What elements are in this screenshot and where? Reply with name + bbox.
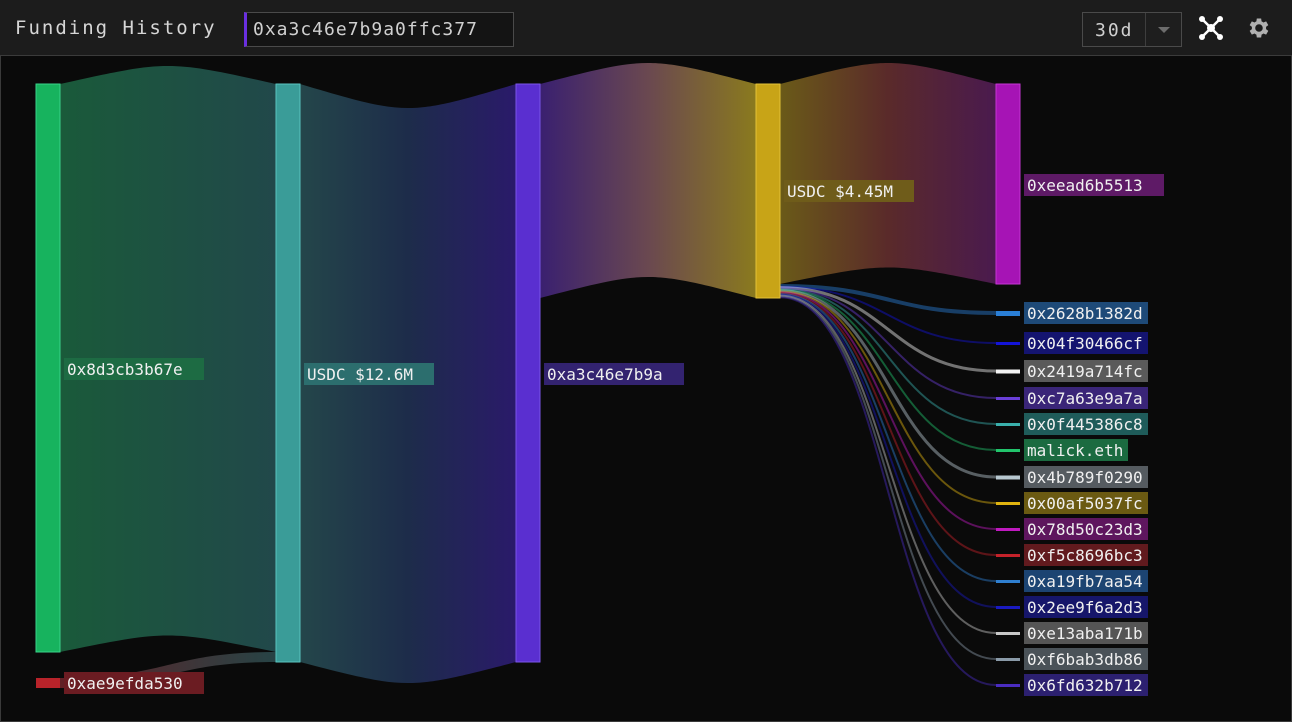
network-icon[interactable] bbox=[1198, 15, 1224, 41]
flow-usdc2-to-0xf5c8696bc3[interactable] bbox=[779, 292, 997, 556]
label-0xae9efda530: 0xae9efda530 bbox=[64, 672, 204, 694]
funding-sankey-chart: 0x8d3cb3b67e 0xae9efda530 USDC $12.6M 0x… bbox=[35, 63, 1164, 696]
node-label-text: 0xae9efda530 bbox=[67, 674, 183, 693]
node-0x0f445386c8[interactable] bbox=[996, 423, 1020, 426]
node-0x00af5037fc[interactable] bbox=[996, 502, 1020, 505]
node-usdc-4-45m[interactable] bbox=[755, 83, 781, 299]
node-label-0xa19fb7aa54: 0xa19fb7aa54 bbox=[1027, 572, 1143, 591]
node-usdc-12-6m[interactable] bbox=[275, 83, 301, 663]
node-0x6fd632b712[interactable] bbox=[996, 684, 1020, 687]
node-malick-eth[interactable] bbox=[996, 449, 1020, 452]
node-0x4b789f0290[interactable] bbox=[996, 475, 1020, 480]
node-0xae9efda530[interactable] bbox=[36, 678, 60, 688]
node-label-0x00af5037fc: 0x00af5037fc bbox=[1027, 494, 1143, 513]
node-label-0x2628b1382d: 0x2628b1382d bbox=[1027, 304, 1143, 323]
node-0x2ee9f6a2d3[interactable] bbox=[996, 606, 1020, 609]
node-0xa3c46e7b9a[interactable] bbox=[515, 83, 541, 663]
node-label-text: 0x8d3cb3b67e bbox=[67, 360, 183, 379]
label-usdc-12-6m: USDC $12.6M bbox=[304, 363, 434, 385]
node-label-0xc7a63e9a7a: 0xc7a63e9a7a bbox=[1027, 389, 1143, 408]
node-label-0xe13aba171b: 0xe13aba171b bbox=[1027, 624, 1143, 643]
node-0xf5c8696bc3[interactable] bbox=[996, 554, 1020, 557]
node-label-0x2ee9f6a2d3: 0x2ee9f6a2d3 bbox=[1027, 598, 1143, 617]
address-input[interactable] bbox=[244, 12, 514, 47]
label-0xa3c46e7b9a: 0xa3c46e7b9a bbox=[544, 363, 684, 385]
node-label-text: USDC $4.45M bbox=[787, 182, 893, 201]
flow-usdc2-to-eea[interactable] bbox=[780, 63, 996, 284]
flow-a3c-to-usdc2[interactable] bbox=[540, 63, 756, 298]
node-label-0x78d50c23d3: 0x78d50c23d3 bbox=[1027, 520, 1143, 539]
node-0xeead6b5513[interactable] bbox=[995, 83, 1021, 285]
node-0x2419a714fc[interactable] bbox=[996, 369, 1020, 374]
node-0xf6bab3db86[interactable] bbox=[996, 658, 1020, 661]
node-0x04f30466cf[interactable] bbox=[996, 342, 1020, 345]
node-label-malick-eth: malick.eth bbox=[1027, 441, 1123, 460]
page-title: Funding History bbox=[15, 17, 217, 39]
node-label-0x2419a714fc: 0x2419a714fc bbox=[1027, 362, 1143, 381]
small-nodes bbox=[996, 311, 1020, 687]
node-label-0xf5c8696bc3: 0xf5c8696bc3 bbox=[1027, 546, 1143, 565]
node-0x2628b1382d[interactable] bbox=[996, 311, 1020, 316]
label-0x8d3cb3b67e: 0x8d3cb3b67e bbox=[64, 358, 204, 380]
node-0xa19fb7aa54[interactable] bbox=[996, 580, 1020, 583]
label-usdc-4-45m: USDC $4.45M bbox=[784, 180, 914, 202]
flow-usdc2-to-0xe13aba171b[interactable] bbox=[779, 294, 997, 634]
small-labels: 0x2628b1382d 0x04f30466cf 0x2419a714fc 0xc7… bbox=[1024, 302, 1148, 696]
thin-flows bbox=[779, 284, 997, 686]
chevron-down-icon[interactable] bbox=[1145, 13, 1181, 46]
period-select[interactable]: 30d bbox=[1082, 12, 1182, 47]
flow-usdc2-to-0xa19fb7aa54[interactable] bbox=[779, 293, 997, 582]
node-label-text: 0xa3c46e7b9a bbox=[547, 365, 663, 384]
node-label-0xf6bab3db86: 0xf6bab3db86 bbox=[1027, 650, 1143, 669]
flow-usdc2-to-0xf6bab3db86[interactable] bbox=[779, 295, 997, 660]
node-label-text: USDC $12.6M bbox=[307, 365, 413, 384]
node-label-0x6fd632b712: 0x6fd632b712 bbox=[1027, 676, 1143, 695]
node-label-0x0f445386c8: 0x0f445386c8 bbox=[1027, 415, 1143, 434]
node-0xc7a63e9a7a[interactable] bbox=[996, 397, 1020, 400]
node-label-text: 0xeead6b5513 bbox=[1027, 176, 1143, 195]
node-0x78d50c23d3[interactable] bbox=[996, 528, 1020, 531]
gear-icon[interactable] bbox=[1245, 15, 1271, 41]
node-label-0x4b789f0290: 0x4b789f0290 bbox=[1027, 468, 1143, 487]
node-0x8d3cb3b67e[interactable] bbox=[35, 83, 61, 653]
node-label-0x04f30466cf: 0x04f30466cf bbox=[1027, 334, 1143, 353]
toolbar: Funding History 30d bbox=[0, 0, 1292, 56]
period-value: 30d bbox=[1095, 20, 1134, 41]
node-0xe13aba171b[interactable] bbox=[996, 632, 1020, 635]
label-0xeead6b5513: 0xeead6b5513 bbox=[1024, 174, 1164, 196]
